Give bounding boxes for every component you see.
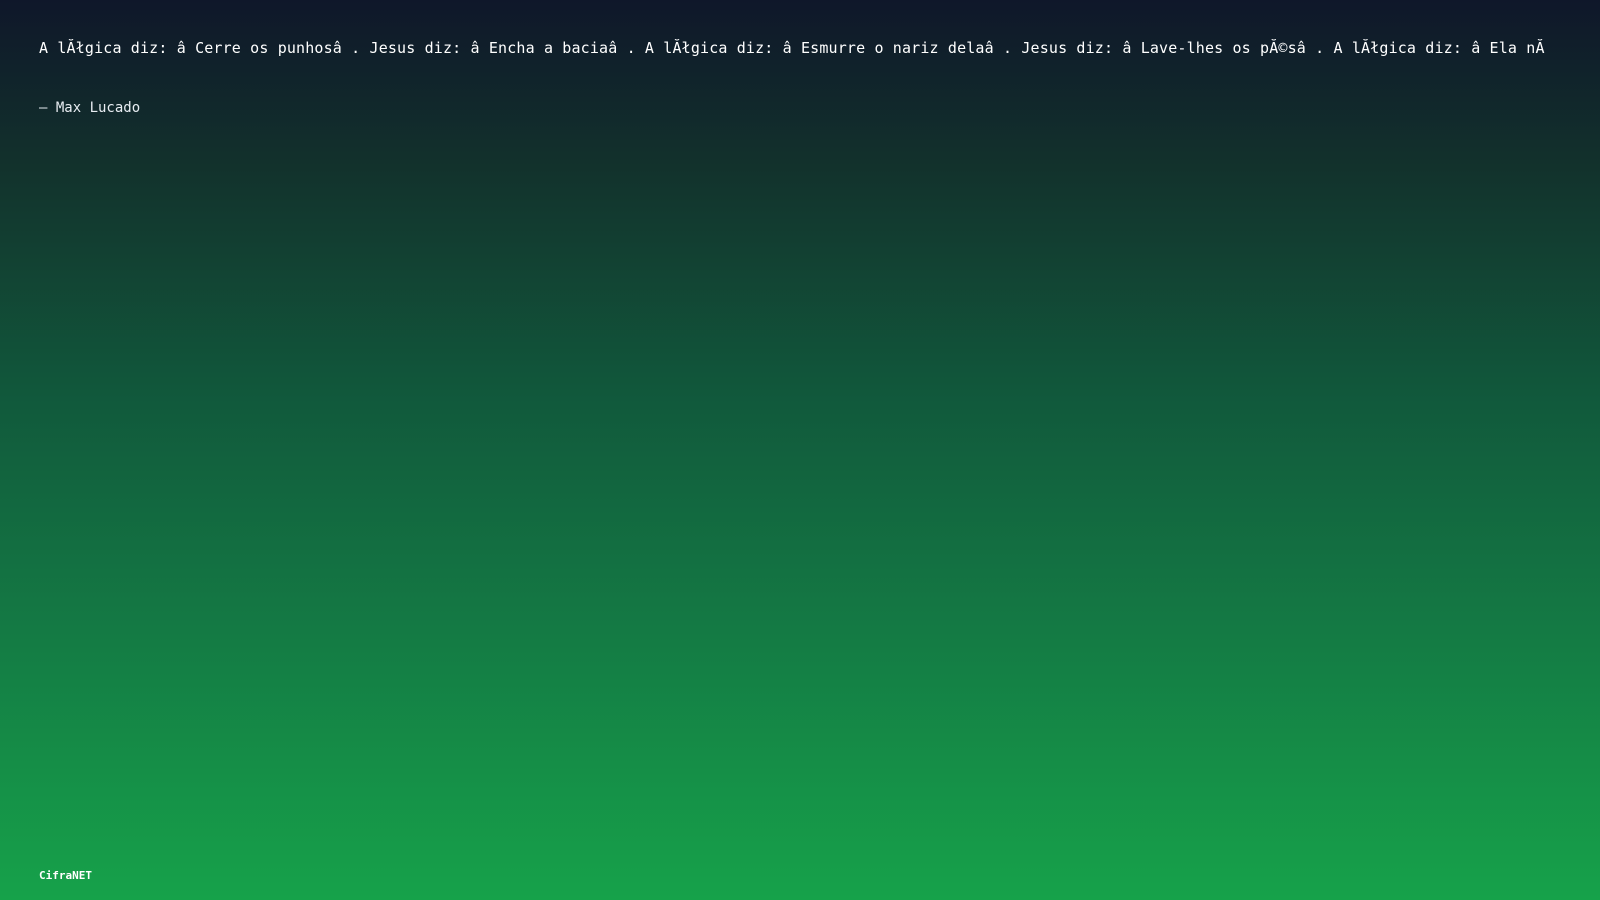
quote-text: A lĂłgica diz: â Cerre os punhosâ . Jesu…: [39, 39, 1545, 57]
quote-screen: { "quote": { "text": "A lĂłgica diz: â C…: [0, 0, 1600, 900]
quote-author: – Max Lucado: [39, 100, 141, 116]
brand-label: CifraNET: [39, 869, 92, 882]
